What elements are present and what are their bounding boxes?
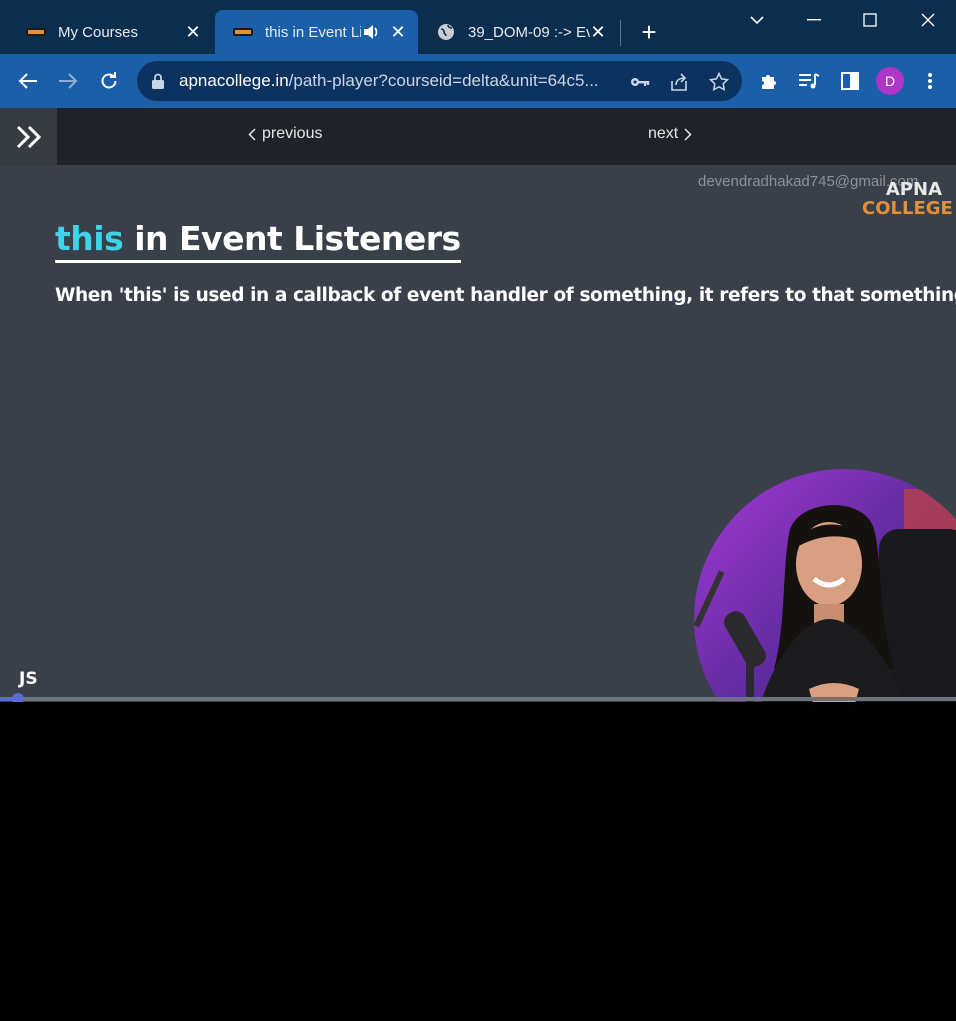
tab-this-in-event-listeners[interactable]: this in Event Li ✕: [215, 10, 418, 54]
presenter-webcam: [694, 469, 956, 702]
tab-title: 39_DOM-09 :-> Ev: [468, 23, 590, 41]
address-bar[interactable]: apnacollege.in/path-player?courseid=delt…: [137, 61, 742, 101]
tab-title: this in Event Li: [265, 23, 361, 41]
tab-my-courses[interactable]: My Courses ✕: [8, 10, 213, 54]
previous-button[interactable]: previous: [248, 125, 322, 143]
forward-arrow-icon[interactable]: [53, 66, 83, 96]
media-control-icon[interactable]: [794, 66, 824, 96]
apna-college-favicon-icon: [233, 22, 253, 42]
share-icon[interactable]: [668, 71, 690, 93]
course-tag: JS: [19, 669, 38, 689]
apna-college-favicon-icon: [26, 22, 46, 42]
below-video-area: [0, 702, 956, 1021]
close-tab-icon[interactable]: ✕: [183, 22, 203, 42]
tab-search-chevron-down-icon[interactable]: [737, 6, 777, 34]
chevron-right-icon: [684, 127, 692, 141]
extensions-puzzle-icon[interactable]: [754, 66, 784, 96]
player-nav-bar: previous next: [0, 108, 956, 165]
chevron-left-icon: [248, 127, 256, 141]
reload-icon[interactable]: [94, 66, 124, 96]
url-path: /path-player?courseid=delta&unit=64c5...: [288, 71, 599, 90]
key-icon[interactable]: [629, 71, 651, 93]
back-arrow-icon[interactable]: [13, 66, 43, 96]
minimize-window-button[interactable]: [794, 6, 834, 34]
slide-body-text: When 'this' is used in a callback of eve…: [55, 285, 956, 306]
url-text[interactable]: apnacollege.in/path-player?courseid=delt…: [179, 71, 619, 91]
speaker-icon[interactable]: [362, 22, 380, 42]
tab-separator: [620, 20, 621, 46]
close-tab-icon[interactable]: ✕: [588, 22, 608, 42]
tab-dom-09[interactable]: 39_DOM-09 :-> Ev ✕: [418, 10, 618, 54]
url-host: apnacollege.in: [179, 71, 289, 90]
tab-title: My Courses: [58, 23, 139, 41]
previous-label: previous: [262, 125, 323, 142]
globe-icon: [436, 22, 456, 42]
double-chevron-right-icon: [16, 125, 41, 148]
slide-title-highlight: this: [55, 219, 124, 258]
profile-avatar[interactable]: D: [876, 67, 904, 95]
close-window-button[interactable]: [908, 6, 948, 34]
new-tab-button[interactable]: +: [636, 19, 662, 46]
tab-strip: My Courses ✕ this in Event Li ✕ 39_DOM-0…: [0, 0, 956, 54]
side-panel-icon[interactable]: [835, 66, 865, 96]
video-scrubber-handle[interactable]: [12, 693, 25, 702]
video-progress-bar[interactable]: [0, 693, 956, 702]
sidebar-toggle-button[interactable]: [0, 108, 57, 165]
next-button[interactable]: next: [648, 125, 692, 143]
presenter-illustration: [694, 469, 956, 702]
browser-toolbar: apnacollege.in/path-player?courseid=delt…: [0, 54, 956, 108]
close-tab-icon[interactable]: ✕: [388, 22, 408, 42]
slide-title-rest: in Event Listeners: [123, 219, 461, 258]
apna-college-logo: APNA COLLEGE: [862, 179, 953, 219]
video-player[interactable]: devendradhakad745@gmail.com APNA COLLEGE…: [0, 165, 956, 702]
maximize-window-button[interactable]: [850, 6, 890, 34]
next-label: next: [648, 125, 679, 142]
slide-title: this in Event Listeners: [55, 219, 461, 263]
bookmark-star-icon[interactable]: [708, 71, 730, 93]
lock-icon[interactable]: [151, 73, 165, 89]
kebab-menu-icon[interactable]: [915, 66, 945, 96]
